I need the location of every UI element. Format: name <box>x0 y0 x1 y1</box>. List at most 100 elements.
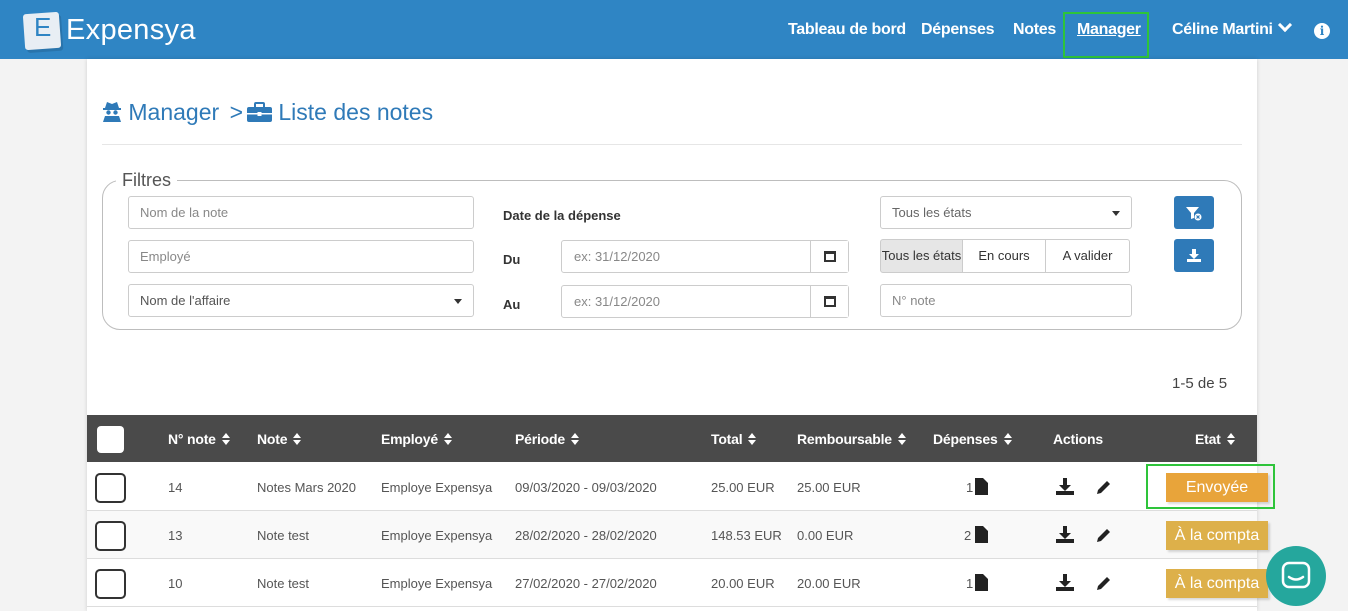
col-total-label: Total <box>711 431 743 447</box>
col-state[interactable]: Etat <box>1195 431 1236 447</box>
page-title: Liste des notes <box>278 99 434 125</box>
col-num-label: N° note <box>168 431 216 447</box>
status-badge[interactable]: À la compta <box>1166 521 1268 550</box>
breadcrumb: Manager > Liste des notes <box>102 99 433 126</box>
caret-down-icon <box>1112 211 1120 216</box>
state-btn-en-cours[interactable]: En cours <box>962 239 1046 273</box>
download-icon[interactable] <box>1056 478 1075 496</box>
user-menu[interactable]: Céline Martini <box>1172 17 1292 39</box>
pencil-icon[interactable] <box>1096 527 1112 543</box>
download-icon <box>1187 249 1201 262</box>
row-checkbox[interactable] <box>95 521 126 551</box>
file-icon[interactable] <box>975 478 988 495</box>
pencil-icon[interactable] <box>1096 575 1112 591</box>
clear-filters-button[interactable] <box>1174 196 1214 229</box>
breadcrumb-manager-link[interactable]: Manager <box>128 99 219 125</box>
table-row[interactable]: 14 Notes Mars 2020 Employe Expensya 09/0… <box>87 463 1268 511</box>
affaire-select-value: Nom de l'affaire <box>140 293 231 308</box>
date-from-calendar-button[interactable] <box>810 241 848 272</box>
filter-clear-icon <box>1186 207 1202 221</box>
row-checkbox[interactable] <box>95 473 126 503</box>
chat-launcher-button[interactable] <box>1266 546 1326 606</box>
row-num: 13 <box>168 528 183 543</box>
download-icon[interactable] <box>1056 526 1075 544</box>
row-expenses-count: 2 <box>964 528 972 543</box>
row-employee: Employe Expensya <box>381 480 493 495</box>
calendar-icon <box>824 296 836 307</box>
nav-notes[interactable]: Notes <box>1013 21 1056 39</box>
nav-tableau-de-bord[interactable]: Tableau de bord <box>788 21 906 39</box>
sort-icon <box>1226 433 1236 445</box>
briefcase-icon <box>247 102 272 122</box>
row-refund: 25.00 EUR <box>797 480 861 495</box>
sort-icon <box>1003 433 1013 445</box>
col-total[interactable]: Total <box>711 431 757 447</box>
export-button[interactable] <box>1174 239 1214 272</box>
sort-icon <box>897 433 907 445</box>
pagination-count: 1-5 de 5 <box>1172 375 1228 392</box>
col-period[interactable]: Période <box>515 431 580 447</box>
row-period: 09/03/2020 - 09/03/2020 <box>515 480 657 495</box>
sort-icon <box>748 433 757 445</box>
col-actions: Actions <box>1053 431 1103 447</box>
date-from-field[interactable]: ex: 31/12/2020 <box>561 240 849 273</box>
divider <box>102 144 1242 145</box>
col-expenses[interactable]: Dépenses <box>933 431 1013 447</box>
download-icon[interactable] <box>1056 574 1075 592</box>
state-select-value: Tous les états <box>892 205 972 220</box>
info-icon[interactable]: i <box>1314 23 1330 39</box>
user-name: Céline Martini <box>1172 21 1273 38</box>
row-num: 10 <box>168 576 183 591</box>
col-employee[interactable]: Employé <box>381 431 453 447</box>
employee-input[interactable]: Employé <box>128 240 474 273</box>
col-expenses-label: Dépenses <box>933 431 998 447</box>
sort-icon <box>221 433 231 445</box>
row-expenses-count: 1 <box>966 480 974 495</box>
sort-icon <box>570 433 580 445</box>
caret-down-icon <box>454 299 462 304</box>
row-note: Note test <box>257 528 310 543</box>
state-btn-all[interactable]: Tous les états <box>880 239 963 273</box>
row-total: 148.53 EUR <box>711 528 782 543</box>
date-to-input[interactable]: ex: 31/12/2020 <box>574 286 660 317</box>
date-from-input[interactable]: ex: 31/12/2020 <box>574 241 660 272</box>
file-icon[interactable] <box>975 574 988 591</box>
note-number-input[interactable]: N° note <box>880 284 1132 317</box>
row-employee: Employe Expensya <box>381 576 493 591</box>
nav-manager[interactable]: Manager <box>1077 21 1141 39</box>
row-checkbox[interactable] <box>95 569 126 599</box>
breadcrumb-separator: > <box>229 99 243 125</box>
sort-icon <box>293 433 302 445</box>
pencil-icon[interactable] <box>1096 479 1112 495</box>
chat-icon <box>1281 561 1311 589</box>
file-icon[interactable] <box>975 526 988 543</box>
row-refund: 20.00 EUR <box>797 576 861 591</box>
table-row[interactable]: 10 Note test Employe Expensya 27/02/2020… <box>87 559 1268 607</box>
status-highlight <box>1146 464 1275 509</box>
row-period: 28/02/2020 - 28/02/2020 <box>515 528 657 543</box>
from-label: Du <box>503 252 521 267</box>
col-note[interactable]: Note <box>257 431 302 447</box>
affaire-select[interactable]: Nom de l'affaire <box>128 284 474 317</box>
chevron-down-icon <box>1277 17 1292 33</box>
filters-legend: Filtres <box>116 170 177 191</box>
row-employee: Employe Expensya <box>381 528 493 543</box>
brand-name[interactable]: Expensya <box>66 14 196 47</box>
select-all-checkbox[interactable] <box>97 426 124 453</box>
state-btn-a-valider[interactable]: A valider <box>1045 239 1130 273</box>
nav-depenses[interactable]: Dépenses <box>921 21 995 39</box>
logo-letter: E <box>34 12 52 42</box>
date-to-calendar-button[interactable] <box>810 286 848 317</box>
status-badge[interactable]: À la compta <box>1166 569 1268 598</box>
spy-icon <box>103 102 121 122</box>
col-refund[interactable]: Remboursable <box>797 431 907 447</box>
row-total: 25.00 EUR <box>711 480 775 495</box>
state-select[interactable]: Tous les états <box>880 196 1132 229</box>
col-num[interactable]: N° note <box>168 431 231 447</box>
col-employee-label: Employé <box>381 431 438 447</box>
row-num: 14 <box>168 480 183 495</box>
table-row[interactable]: 13 Note test Employe Expensya 28/02/2020… <box>87 511 1268 559</box>
top-navbar: E Expensya Tableau de bord Dépenses Note… <box>0 0 1348 59</box>
note-name-input[interactable]: Nom de la note <box>128 196 474 229</box>
date-to-field[interactable]: ex: 31/12/2020 <box>561 285 849 318</box>
